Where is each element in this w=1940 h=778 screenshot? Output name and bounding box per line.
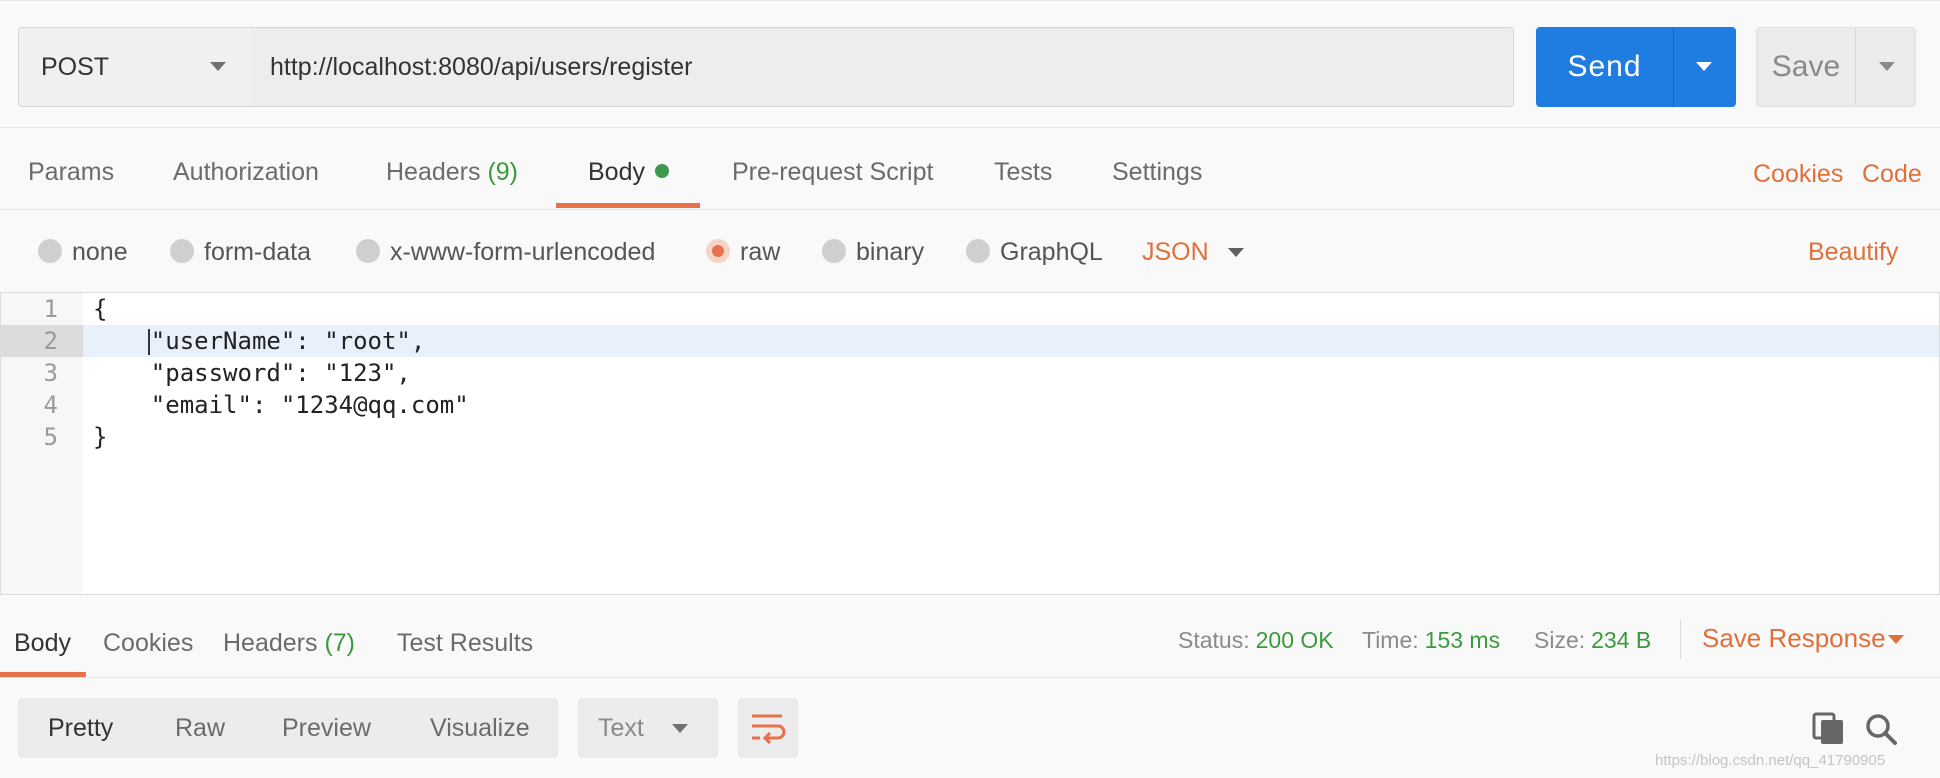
- search-icon[interactable]: [1864, 712, 1898, 746]
- code-line: "userName": "root",: [93, 327, 426, 355]
- tab-body[interactable]: Body: [588, 158, 669, 187]
- radio-graphql[interactable]: GraphQL: [966, 238, 1103, 267]
- radio-binary-label: binary: [856, 238, 925, 266]
- save-response-button[interactable]: Save Response: [1702, 623, 1886, 654]
- tab-headers-label: Headers: [386, 158, 481, 186]
- radio-form-data[interactable]: form-data: [170, 238, 311, 267]
- chevron-down-icon[interactable]: [1228, 248, 1244, 257]
- tab-headers[interactable]: Headers (9): [386, 158, 518, 187]
- radio-circle: [38, 239, 62, 263]
- code-line: {: [93, 295, 108, 323]
- status-label: Status:: [1178, 627, 1250, 653]
- size-readout: Size: 234 B: [1534, 627, 1651, 654]
- save-label: Save: [1771, 50, 1841, 83]
- tab-params[interactable]: Params: [28, 158, 114, 187]
- tab-pre-request-script[interactable]: Pre-request Script: [732, 158, 933, 187]
- line-number: 5: [43, 423, 58, 451]
- size-label: Size:: [1534, 627, 1586, 653]
- save-options-chevron-icon[interactable]: [1879, 62, 1895, 71]
- code-line: }: [93, 423, 108, 451]
- radio-circle: [170, 239, 194, 263]
- radio-raw-label: raw: [740, 238, 781, 266]
- radio-form-data-label: form-data: [204, 238, 311, 266]
- radio-circle: [356, 239, 380, 263]
- time-readout: Time: 153 ms: [1362, 627, 1500, 654]
- response-format-select[interactable]: Text: [578, 698, 718, 758]
- radio-none-label: none: [72, 238, 128, 266]
- active-response-tab-underline: [0, 672, 86, 677]
- time-value: 153 ms: [1424, 627, 1501, 653]
- radio-urlencoded[interactable]: x-www-form-urlencoded: [356, 238, 655, 267]
- response-headers-count-badge: (7): [324, 629, 356, 657]
- copy-icon[interactable]: [1812, 712, 1846, 746]
- view-mode-raw[interactable]: Raw: [175, 698, 225, 758]
- radio-raw[interactable]: raw: [706, 238, 780, 267]
- wrap-lines-button[interactable]: [738, 698, 798, 758]
- divider: [1680, 619, 1681, 659]
- method-select[interactable]: POST: [18, 27, 251, 107]
- text-cursor: [148, 329, 150, 355]
- chevron-down-icon: [210, 62, 226, 71]
- response-tab-body[interactable]: Body: [14, 629, 71, 658]
- response-format-value: Text: [598, 714, 644, 742]
- radio-circle: [822, 239, 846, 263]
- line-number: 2: [43, 327, 58, 355]
- tab-tests[interactable]: Tests: [994, 158, 1052, 187]
- code-link[interactable]: Code: [1862, 160, 1922, 189]
- send-options-chevron-icon[interactable]: [1696, 62, 1712, 71]
- radio-none[interactable]: none: [38, 238, 128, 267]
- url-input[interactable]: http://localhost:8080/api/users/register: [250, 27, 1514, 107]
- view-mode-segmented-control: Pretty Raw Preview Visualize: [18, 698, 558, 758]
- response-view-bar: Pretty Raw Preview Visualize Text https:…: [0, 678, 1940, 778]
- wrap-lines-icon: [752, 714, 786, 744]
- tab-authorization[interactable]: Authorization: [173, 158, 319, 187]
- time-label: Time:: [1362, 627, 1419, 653]
- beautify-link[interactable]: Beautify: [1808, 238, 1898, 267]
- headers-count-badge: (9): [487, 158, 519, 186]
- tab-body-label: Body: [588, 158, 645, 186]
- request-bar: POST http://localhost:8080/api/users/reg…: [0, 0, 1940, 128]
- active-tab-underline: [556, 203, 700, 208]
- request-tabs: Params Authorization Headers (9) Body Pr…: [0, 128, 1940, 210]
- radio-circle: [966, 239, 990, 263]
- code-editor[interactable]: 1 2 3 4 5 { "userName": "root", "passwor…: [0, 292, 1940, 595]
- response-tabs: Body Cookies Headers (7) Test Results St…: [0, 595, 1940, 678]
- watermark: https://blog.csdn.net/qq_41790905: [1655, 752, 1886, 769]
- radio-graphql-label: GraphQL: [1000, 238, 1103, 266]
- status-value: 200 OK: [1255, 627, 1334, 653]
- response-tab-headers-label: Headers: [223, 629, 318, 657]
- response-tab-cookies[interactable]: Cookies: [103, 629, 193, 658]
- size-value: 234 B: [1591, 627, 1652, 653]
- format-select[interactable]: JSON: [1142, 238, 1209, 267]
- radio-circle-selected: [706, 239, 730, 263]
- body-type-selector: none form-data x-www-form-urlencoded raw…: [0, 210, 1940, 292]
- divider: [1673, 27, 1674, 107]
- body-indicator-dot: [654, 164, 669, 178]
- divider: [1855, 28, 1856, 106]
- cookies-link[interactable]: Cookies: [1753, 160, 1843, 189]
- radio-urlencoded-label: x-www-form-urlencoded: [390, 238, 656, 266]
- save-button[interactable]: Save: [1756, 27, 1916, 107]
- method-value: POST: [41, 53, 110, 81]
- radio-binary[interactable]: binary: [822, 238, 924, 267]
- code-line: "password": "123",: [93, 359, 411, 387]
- line-number: 1: [43, 295, 58, 323]
- status-readout: Status: 200 OK: [1178, 627, 1334, 654]
- code-line: "email": "1234@qq.com": [93, 391, 469, 419]
- view-mode-pretty[interactable]: Pretty: [48, 698, 113, 758]
- tab-settings[interactable]: Settings: [1112, 158, 1202, 187]
- save-response-chevron-icon[interactable]: [1888, 635, 1904, 644]
- send-label: Send: [1567, 50, 1642, 83]
- view-mode-visualize[interactable]: Visualize: [430, 698, 530, 758]
- view-mode-preview[interactable]: Preview: [282, 698, 371, 758]
- response-tab-test-results[interactable]: Test Results: [397, 629, 533, 658]
- response-tab-headers[interactable]: Headers (7): [223, 629, 355, 658]
- line-number: 4: [43, 391, 58, 419]
- line-number: 3: [43, 359, 58, 387]
- chevron-down-icon: [672, 724, 688, 733]
- send-button[interactable]: Send: [1536, 27, 1736, 107]
